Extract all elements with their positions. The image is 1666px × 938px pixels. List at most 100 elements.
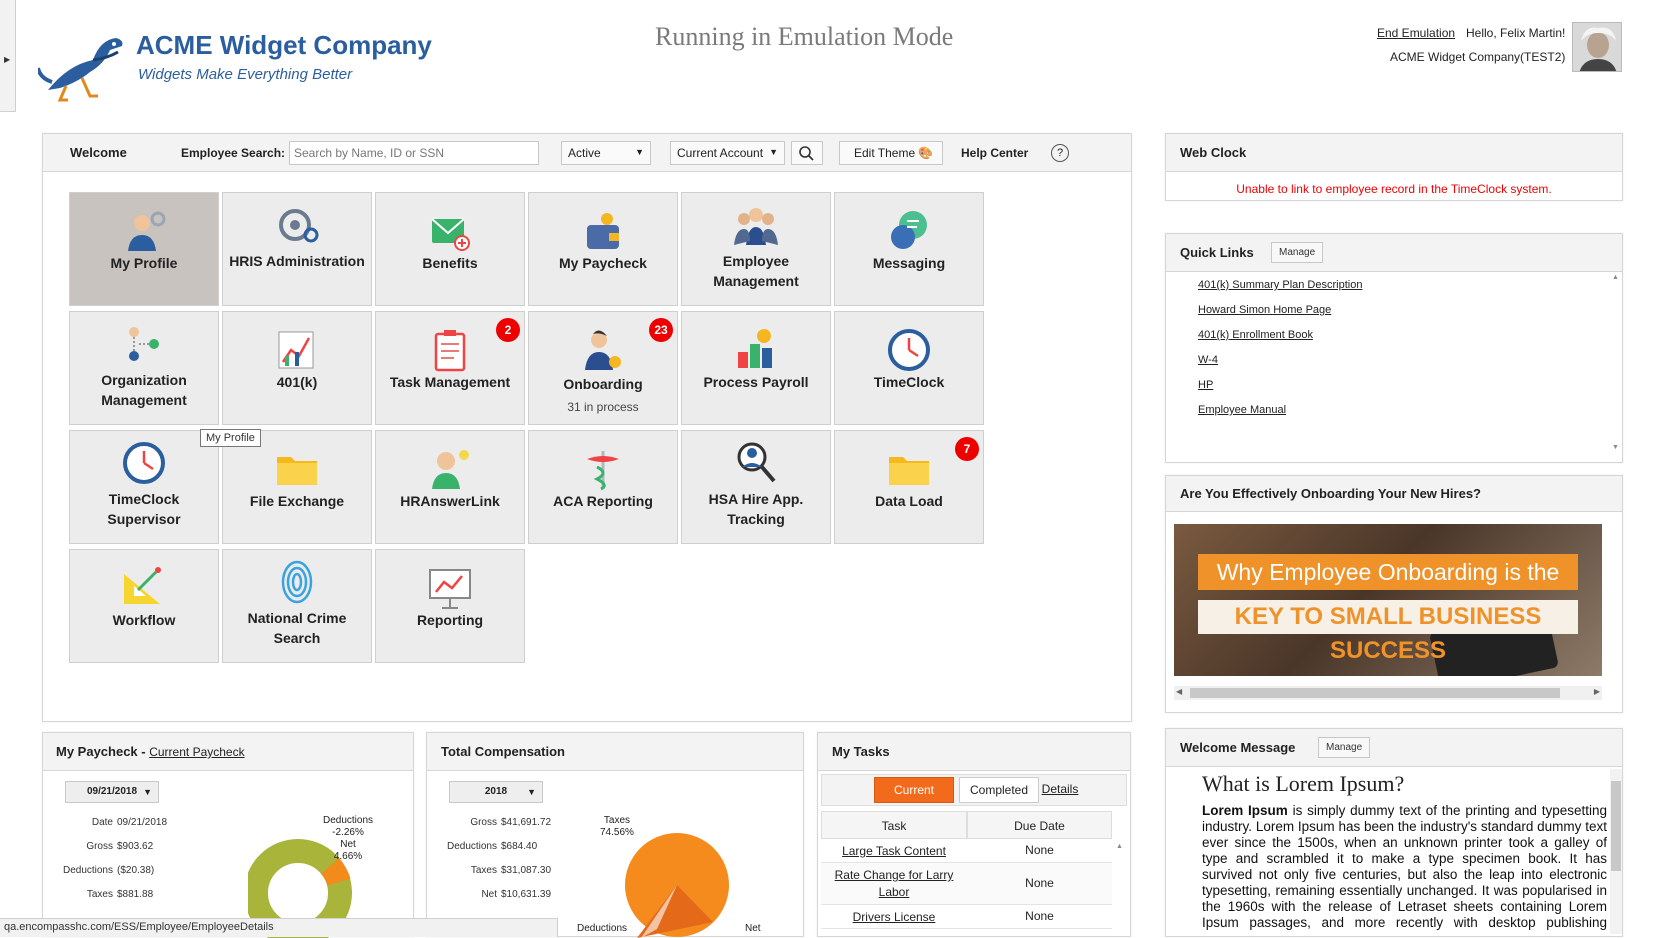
task-link[interactable]: Large Task Content [821,843,967,860]
quick-link[interactable]: 401(k) Summary Plan Description [1198,279,1362,291]
chevron-down-icon: ▼ [143,787,152,797]
quick-link[interactable]: 401(k) Enrollment Book [1198,329,1313,341]
tile-label: Employee Management [713,253,799,289]
tile-employee-management[interactable]: Employee Management [681,192,831,306]
tile-file-exchange[interactable]: File Exchange [222,430,372,544]
table-row[interactable]: Rate Change for Larry Labor None [821,863,1112,905]
quick-link[interactable]: Howard Simon Home Page [1198,304,1331,316]
tile-hranswerlink[interactable]: HRAnswerLink [375,430,525,544]
account-filter-select[interactable]: Current Account ▼ [670,141,785,165]
tile-organization-management[interactable]: Organization Management [69,311,219,425]
welcome-message-manage-button[interactable]: Manage [1318,737,1371,758]
promo-headline-1: Why Employee Onboarding is the [1198,554,1578,590]
table-row[interactable]: Large Task Content None [821,839,1112,863]
quick-links-panel: Quick Links Manage 401(k) Summary Plan D… [1165,233,1623,463]
quick-link[interactable]: W-4 [1198,354,1218,366]
tile-401-k[interactable]: 401(k) [222,311,372,425]
quick-link[interactable]: Employee Manual [1198,404,1286,416]
tile-my-profile[interactable]: My Profile [69,192,219,306]
tile-national-crime-search[interactable]: National Crime Search [222,549,372,663]
summary-label: Date [91,817,113,828]
tile-label: Process Payroll [703,374,809,390]
taxes-chart-label: Taxes 74.56% [600,815,634,839]
horizontal-scrollbar[interactable]: ◀ ▶ [1174,686,1602,700]
browser-status-bar: qa.encompasshc.com/ESS/Employee/Employee… [0,918,558,937]
tile-process-payroll[interactable]: Process Payroll [681,311,831,425]
tile-hris-administration[interactable]: HRIS Administration [222,192,372,306]
summary-value: $684.40 [501,841,538,852]
scrollbar-thumb[interactable] [1190,688,1560,698]
edit-theme-button[interactable]: Edit Theme 🎨 [839,141,943,165]
onboarding-promo-image[interactable]: Why Employee Onboarding is the KEY TO SM… [1174,524,1602,676]
tile-timeclock-supervisor[interactable]: TimeClock Supervisor [69,430,219,544]
messaging-icon [891,211,927,249]
chevron-down-icon: ▼ [635,147,644,157]
paycheck-date-select[interactable]: 09/21/2018 ▼ [65,781,159,803]
quick-links-manage-button[interactable]: Manage [1271,242,1324,263]
summary-value: $31,087.30 [501,865,552,876]
tile-hsa-hire-app-tracking[interactable]: HSA Hire App. Tracking [681,430,831,544]
scrollbar[interactable]: ▲ ▼ [1612,274,1622,460]
net-legend-pct: 4.66% [333,851,363,862]
taxes-label: Taxes [603,815,631,826]
comp-year-select[interactable]: 2018 ▼ [449,781,543,803]
edit-theme-label: Edit Theme [854,146,916,160]
tile-timeclock[interactable]: TimeClock [834,311,984,425]
comp-year-value: 2018 [484,786,508,797]
promo-headline-2: KEY TO SMALL BUSINESS SUCCESS [1198,600,1578,664]
chevron-down-icon: ▼ [527,787,536,797]
tile-subtext: 31 in process [567,400,639,414]
scroll-up-icon[interactable]: ▲ [1116,843,1123,850]
my-paycheck-header: My Paycheck - Current Paycheck [43,733,413,771]
roadrunner-logo [38,38,123,102]
tile-label: National Crime Search [247,610,347,646]
avatar[interactable] [1572,22,1622,72]
tile-benefits[interactable]: Benefits [375,192,525,306]
tile-workflow[interactable]: Workflow [69,549,219,663]
folder-icon [889,457,929,485]
current-paycheck-link[interactable]: Current Paycheck [149,745,244,759]
help-center-link[interactable]: Help Center [961,146,1028,160]
help-icon[interactable]: ? [1051,144,1069,162]
tile-onboarding[interactable]: Onboarding 31 in process 23 [528,311,678,425]
scrollbar[interactable] [1610,769,1622,934]
presentation-icon [429,569,471,609]
end-emulation-link[interactable]: End Emulation [1377,26,1455,40]
tile-label: Onboarding [563,376,643,392]
tile-messaging[interactable]: Messaging [834,192,984,306]
due-date-column-header[interactable]: Due Date [967,811,1112,839]
sidebar-toggle[interactable]: ▶ [0,0,16,112]
tab-completed[interactable]: Completed [959,777,1039,803]
deductions-legend-pct: -2.26% [332,827,364,838]
table-row[interactable]: Drivers License None [821,905,1112,929]
tile-label: My Profile [110,255,178,271]
total-compensation-panel: Total Compensation 2018 ▼ Gross $41,691.72… [426,732,804,938]
status-filter-select[interactable]: Active ▼ [561,141,651,165]
summary-label: Gross [86,841,113,852]
task-link[interactable]: Drivers License [821,909,967,926]
search-icon [799,146,814,161]
task-link[interactable]: Rate Change for Larry Labor [821,867,967,901]
tile-task-management[interactable]: Task Management 2 [375,311,525,425]
tile-label: Task Management [389,374,511,390]
tile-label: TimeClock [873,374,945,390]
search-button[interactable] [791,141,823,165]
welcome-label: Welcome [70,145,127,160]
tasks-details-link[interactable]: Details [1040,777,1080,803]
employee-search-input[interactable] [289,141,539,165]
welcome-message-panel: Welcome Message Manage What is Lorem Ips… [1165,728,1623,937]
summary-label: Net [481,889,497,900]
my-paycheck-panel: My Paycheck - Current Paycheck 09/21/201… [42,732,414,938]
tile-reporting[interactable]: Reporting [375,549,525,663]
tile-data-load[interactable]: Data Load 7 [834,430,984,544]
tile-aca-reporting[interactable]: ACA Reporting [528,430,678,544]
tab-current[interactable]: Current [874,777,954,803]
task-column-header[interactable]: Task [821,811,967,839]
quick-link[interactable]: HP [1198,379,1213,391]
onboarding-promo-title: Are You Effectively Onboarding Your New … [1180,486,1481,501]
lorem-text: is simply dummy text of the printing and… [1202,803,1607,933]
summary-label: Deductions [62,865,113,876]
employees-icon [734,208,778,245]
tile-my-paycheck[interactable]: My Paycheck [528,192,678,306]
scrollbar-thumb[interactable] [1611,781,1621,871]
